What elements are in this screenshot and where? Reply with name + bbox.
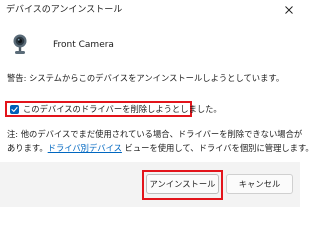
note-text: 注: 他のデバイスでまだ使用されている場合、ドライバーを削除できない場合が あり…	[7, 127, 314, 155]
uninstall-button[interactable]: アンインストール	[146, 174, 219, 194]
webcam-icon	[13, 34, 27, 54]
delete-driver-label[interactable]: このデバイスのドライバーを削除しようとしました。	[23, 104, 222, 115]
checkmark-icon	[11, 107, 18, 112]
window-title: デバイスのアンインストール	[6, 5, 123, 15]
title-bar: デバイスのアンインストール	[0, 0, 300, 20]
note-line-2-suffix: ビューを使用して、ドライバを個別に管理します。	[121, 143, 314, 153]
note-line-2-prefix: あります。	[7, 143, 48, 153]
cancel-button[interactable]: キャンセル	[226, 174, 293, 194]
note-line-2: あります。ドライバ別デバイス ビューを使用して、ドライバを個別に管理します。	[7, 141, 314, 155]
delete-driver-checkbox[interactable]	[10, 105, 19, 114]
dialog-content: Front Camera 警告: システムからこのデバイスをアンインストールしよ…	[0, 20, 314, 162]
device-name: Front Camera	[53, 40, 114, 50]
dialog-footer: アンインストール キャンセル	[0, 162, 300, 207]
close-button[interactable]	[278, 0, 300, 20]
devices-by-driver-link[interactable]: ドライバ別デバイス	[48, 143, 122, 153]
uninstall-device-dialog: デバイスのアンインストール Front Camera 警告: システムからこのデ…	[0, 0, 314, 207]
note-line-1: 注: 他のデバイスでまだ使用されている場合、ドライバーを削除できない場合が	[7, 129, 303, 139]
warning-text: 警告: システムからこのデバイスをアンインストールしようとしています。	[7, 73, 285, 83]
delete-driver-option[interactable]: このデバイスのドライバーを削除しようとしました。	[5, 101, 222, 117]
close-icon	[285, 6, 293, 14]
